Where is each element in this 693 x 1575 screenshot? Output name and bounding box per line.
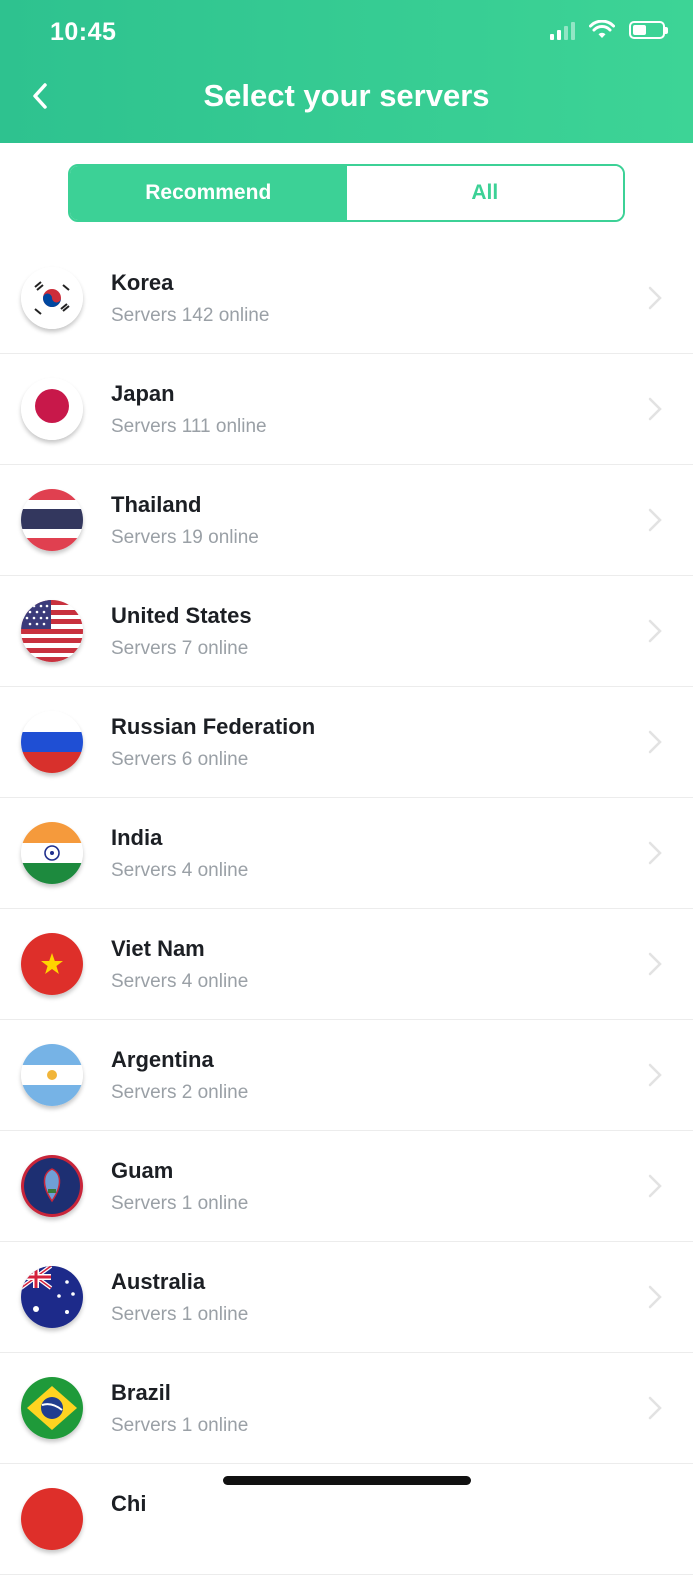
country-name: Viet Nam <box>111 936 205 961</box>
server-filter-tabs: Recommend All <box>68 164 625 222</box>
usa-flag-icon <box>21 600 83 662</box>
country-name: Thailand <box>111 492 202 517</box>
page-title: Select your servers <box>203 78 490 113</box>
server-row-india[interactable]: India Servers 4 online <box>0 798 693 909</box>
chevron-right-icon <box>648 508 662 532</box>
japan-flag-icon <box>21 378 83 440</box>
server-count: Servers 4 online <box>111 971 249 992</box>
chevron-right-icon <box>648 1285 662 1309</box>
country-name: Australia <box>111 1269 206 1294</box>
country-name: Guam <box>111 1158 174 1183</box>
app-header: 10:45 Select your servers <box>0 0 693 143</box>
russia-flag-icon <box>21 711 83 773</box>
server-row-argentina[interactable]: Argentina Servers 2 online <box>0 1020 693 1131</box>
server-list: Korea Servers 142 online Japan Servers 1… <box>0 243 693 1575</box>
server-count: Servers 111 online <box>111 416 267 437</box>
brazil-flag-icon <box>21 1377 83 1439</box>
server-row-russian-federation[interactable]: Russian Federation Servers 6 online <box>0 687 693 798</box>
australia-flag-icon <box>21 1266 83 1328</box>
country-name: United States <box>111 603 252 628</box>
china-flag-icon <box>21 1488 83 1550</box>
server-count: Servers 7 online <box>111 638 249 659</box>
cellular-signal-icon <box>550 20 575 40</box>
server-count: Servers 19 online <box>111 527 259 548</box>
india-flag-icon <box>21 822 83 884</box>
guam-flag-icon <box>21 1155 83 1217</box>
server-row-guam[interactable]: Guam Servers 1 online <box>0 1131 693 1242</box>
server-count: Servers 6 online <box>111 749 249 770</box>
server-row-viet-nam[interactable]: Viet Nam Servers 4 online <box>0 909 693 1020</box>
korea-flag-icon <box>21 267 83 329</box>
server-row-japan[interactable]: Japan Servers 111 online <box>0 354 693 465</box>
country-name: Korea <box>111 270 174 295</box>
server-row-thailand[interactable]: Thailand Servers 19 online <box>0 465 693 576</box>
server-row-united-states[interactable]: United States Servers 7 online <box>0 576 693 687</box>
chevron-right-icon <box>648 1174 662 1198</box>
tab-recommend[interactable]: Recommend <box>70 166 347 220</box>
chevron-right-icon <box>648 397 662 421</box>
server-count: Servers 1 online <box>111 1193 249 1214</box>
home-indicator <box>223 1476 471 1485</box>
argentina-flag-icon <box>21 1044 83 1106</box>
country-name: Russian Federation <box>111 714 316 739</box>
server-count: Servers 142 online <box>111 305 270 326</box>
server-row-brazil[interactable]: Brazil Servers 1 online <box>0 1353 693 1464</box>
chevron-right-icon <box>648 952 662 976</box>
chevron-right-icon <box>648 619 662 643</box>
chevron-right-icon <box>648 286 662 310</box>
battery-icon <box>629 21 668 39</box>
chevron-right-icon <box>648 841 662 865</box>
status-time: 10:45 <box>50 18 117 46</box>
chevron-right-icon <box>648 1396 662 1420</box>
server-row-australia[interactable]: Australia Servers 1 online <box>0 1242 693 1353</box>
country-name: Argentina <box>111 1047 214 1072</box>
tab-all[interactable]: All <box>346 166 623 220</box>
thailand-flag-icon <box>21 489 83 551</box>
country-name: Chi <box>111 1491 147 1516</box>
server-count: Servers 2 online <box>111 1082 249 1103</box>
country-name: Brazil <box>111 1380 171 1405</box>
server-count: Servers 4 online <box>111 860 249 881</box>
country-name: India <box>111 825 163 850</box>
status-icons <box>550 20 668 40</box>
country-name: Japan <box>111 381 175 406</box>
server-count: Servers 1 online <box>111 1415 249 1436</box>
chevron-right-icon <box>648 730 662 754</box>
vietnam-flag-icon <box>21 933 83 995</box>
server-row-korea[interactable]: Korea Servers 142 online <box>0 243 693 354</box>
server-count: Servers 1 online <box>111 1304 249 1325</box>
chevron-right-icon <box>648 1063 662 1087</box>
wifi-icon <box>589 20 615 38</box>
